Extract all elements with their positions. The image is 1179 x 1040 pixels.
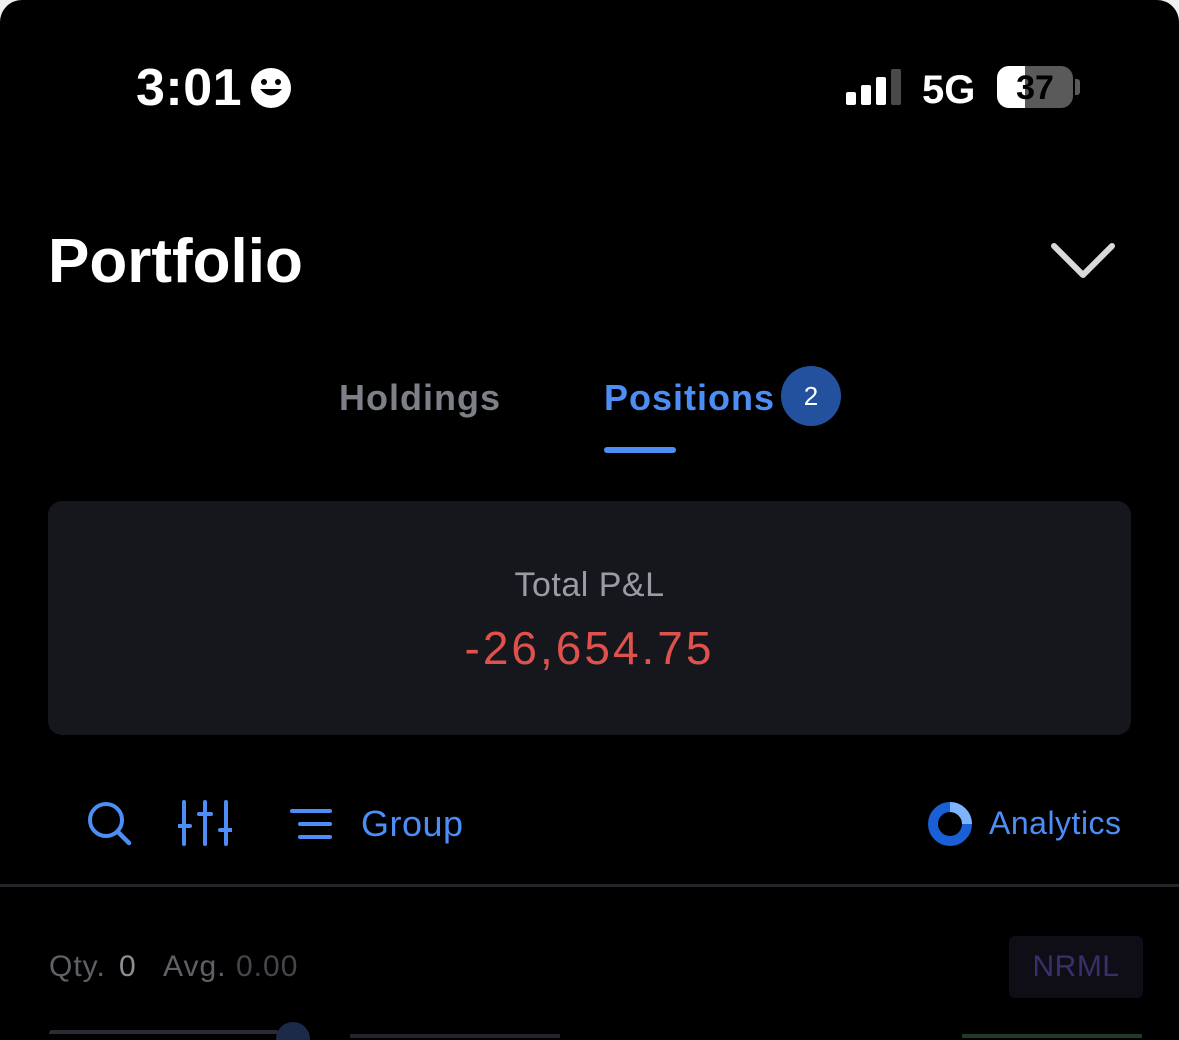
search-icon[interactable] [86,800,132,846]
total-pnl-card: Total P&L -26,654.75 [48,501,1131,735]
chevron-down-icon[interactable] [1048,236,1118,286]
smiley-face-icon [251,68,291,108]
page-title: Portfolio [48,227,303,296]
total-pnl-label: Total P&L [514,566,665,604]
avg-value: 0.00 [236,950,299,983]
active-tab-indicator [604,447,676,453]
battery-icon: 37 [997,66,1083,110]
app-screen: 3:01 5G 37 Portfolio Holdings Positions … [0,0,1179,1040]
qty-label: Qty. [49,950,106,983]
qty-value: 0 [119,950,137,983]
product-type-label: NRML [1032,950,1120,983]
positions-count-badge: 2 [781,366,841,426]
product-type-badge: NRML [1009,936,1143,998]
weekly-expiry-badge [276,1022,310,1040]
position-symbol-cutoff [49,1030,279,1040]
group-button[interactable]: Group [361,802,464,846]
position-pnl-cutoff [962,1034,1142,1038]
status-time: 3:01 [136,59,243,117]
toolbar-divider [0,884,1179,887]
donut-chart-icon[interactable] [926,800,974,848]
list-icon[interactable] [290,808,334,840]
tab-positions[interactable]: Positions [604,376,775,420]
analytics-button[interactable]: Analytics [989,802,1122,844]
battery-cap [1075,79,1080,95]
cellular-signal-icon [846,69,901,105]
avg-label: Avg. [163,950,227,983]
network-type: 5G [922,68,976,112]
total-pnl-value: -26,654.75 [464,622,715,674]
tab-holdings[interactable]: Holdings [339,376,501,420]
position-ltp-cutoff [350,1034,560,1038]
battery-level: 37 [1016,69,1054,107]
battery-body: 37 [997,66,1073,108]
position-row-cutoff[interactable] [0,1020,1179,1040]
sliders-icon[interactable] [178,800,232,846]
